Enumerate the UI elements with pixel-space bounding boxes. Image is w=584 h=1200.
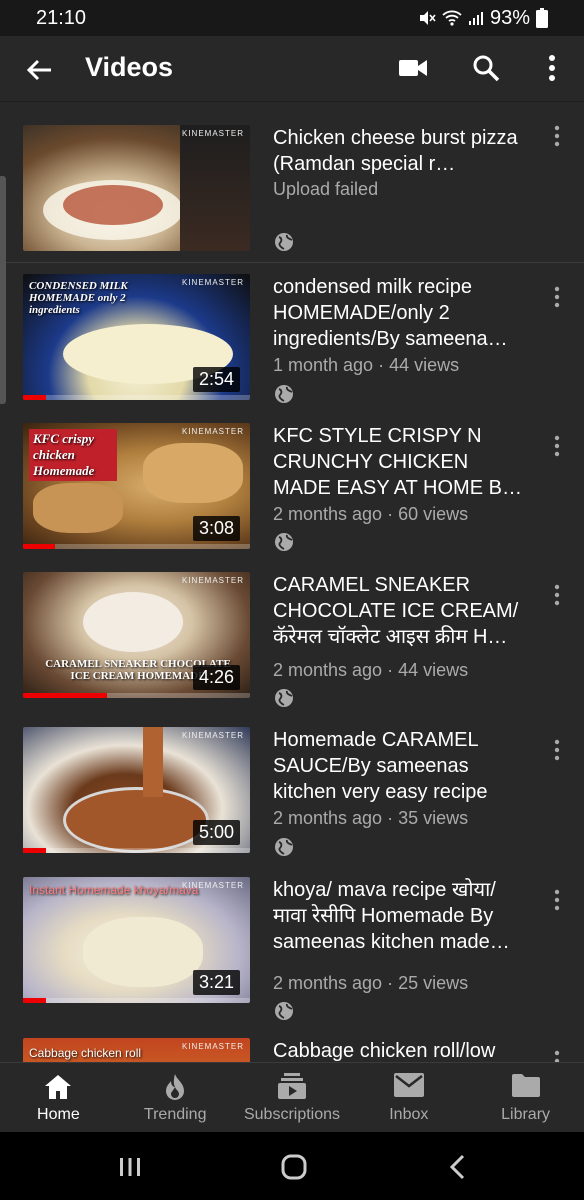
video-thumbnail[interactable]: Cabbage chicken roll KINEMASTER [23, 1038, 250, 1062]
public-globe-icon [275, 533, 293, 551]
watermark-text: KINEMASTER [181, 731, 244, 740]
progress-bar [23, 693, 107, 698]
progress-track [23, 395, 250, 400]
status-icons: 93% [418, 7, 548, 30]
nav-label-inbox: Inbox [389, 1106, 429, 1123]
video-thumbnail[interactable]: Instant Homemade khoya/mava KINEMASTER 3… [23, 877, 250, 1003]
thumbnail-overlay-text: CONDENSED MILK HOMEMADE only 2 ingredien… [29, 280, 128, 316]
back-arrow-icon[interactable] [24, 55, 54, 85]
video-thumbnail[interactable]: KINEMASTER [23, 125, 250, 251]
subscriptions-icon [277, 1073, 306, 1099]
progress-bar [23, 395, 46, 400]
watermark-text: KINEMASTER [181, 278, 244, 287]
nav-tab-library[interactable]: Library [467, 1063, 584, 1133]
video-title[interactable]: KFC STYLE CRISPY N CRUNCHY CHICKEN MADE … [273, 423, 531, 501]
video-thumbnail[interactable]: CONDENSED MILK HOMEMADE only 2 ingredien… [23, 274, 250, 400]
flame-icon [166, 1074, 185, 1100]
video-thumbnail[interactable]: KINEMASTER 5:00 [23, 727, 250, 853]
thumbnail-overlay-text: Instant Homemade khoya/mava [29, 883, 199, 897]
nav-tab-subscriptions[interactable]: Subscriptions [234, 1063, 351, 1133]
video-duration: 2:54 [192, 367, 240, 392]
battery-icon [536, 8, 548, 28]
public-globe-icon [275, 689, 293, 707]
video-thumbnail[interactable]: CARAMEL SNEAKER CHOCOLATE ICE CREAM HOME… [23, 572, 250, 698]
system-navigation-bar [0, 1132, 584, 1200]
video-duration: 4:26 [192, 665, 240, 690]
video-duration: 5:00 [192, 820, 240, 845]
progress-bar [23, 998, 46, 1003]
video-title[interactable]: Homemade CARAMEL SAUCE/By sameenas kitch… [273, 727, 531, 805]
watermark-text: KINEMASTER [181, 427, 244, 436]
home-icon [45, 1075, 72, 1099]
nav-label-subscriptions: Subscriptions [243, 1106, 341, 1123]
status-time: 21:10 [36, 6, 87, 29]
nav-tab-inbox[interactable]: Inbox [350, 1063, 467, 1133]
back-button-icon[interactable] [448, 1154, 466, 1180]
video-title[interactable]: condensed milk recipe HOMEMADE/only 2 in… [273, 274, 531, 352]
more-vert-icon[interactable] [540, 54, 564, 82]
nav-tab-home[interactable]: Home [0, 1063, 117, 1133]
video-meta: 2 months ago · 44 views [273, 660, 469, 680]
item-menu-icon[interactable] [550, 435, 564, 457]
video-thumbnail[interactable]: KFC crispy chicken Homemade KINEMASTER 3… [23, 423, 250, 549]
item-menu-icon[interactable] [550, 1050, 564, 1062]
nav-tab-trending[interactable]: Trending [117, 1063, 234, 1133]
progress-track [23, 998, 250, 1003]
progress-track [23, 848, 250, 853]
nav-label-trending: Trending [143, 1106, 207, 1123]
item-menu-icon[interactable] [550, 584, 564, 606]
status-bar: 21:10 93% [0, 0, 584, 36]
watermark-text: KINEMASTER [181, 1042, 244, 1051]
thumbnail-overlay-text: KFC crispy chicken Homemade [29, 429, 117, 481]
video-camera-icon[interactable] [399, 57, 427, 79]
home-button-icon[interactable] [281, 1154, 307, 1180]
nav-label-library: Library [501, 1106, 551, 1123]
search-icon[interactable] [472, 54, 500, 82]
page-title: Videos [85, 52, 174, 82]
video-duration: 3:08 [192, 516, 240, 541]
video-title[interactable]: CARAMEL SNEAKER CHOCOLATE ICE CREAM/ कॅर… [273, 572, 531, 650]
progress-bar [23, 544, 55, 549]
signal-icon [468, 12, 483, 25]
item-menu-icon[interactable] [550, 889, 564, 911]
item-menu-icon[interactable] [550, 125, 564, 147]
watermark-text: KINEMASTER [181, 881, 244, 890]
public-globe-icon [275, 385, 293, 403]
video-meta: Upload failed [273, 179, 379, 199]
video-meta: 1 month ago · 44 views [273, 355, 460, 375]
video-title[interactable]: Cabbage chicken roll/low [273, 1038, 531, 1062]
folder-icon [511, 1074, 540, 1097]
video-list: KINEMASTER Chicken cheese burst pizza (R… [0, 102, 584, 1062]
bottom-navigation: Home Trending Subscriptions Inbox Librar… [0, 1062, 584, 1133]
watermark-text: KINEMASTER [181, 576, 244, 585]
video-meta: 2 months ago · 25 views [273, 973, 469, 993]
recent-apps-icon[interactable] [118, 1156, 142, 1178]
app-bar: Videos [0, 36, 584, 102]
video-title[interactable]: Chicken cheese burst pizza (Ramdan speci… [273, 125, 531, 177]
progress-bar [23, 848, 46, 853]
watermark-text: KINEMASTER [181, 129, 244, 138]
wifi-icon [442, 10, 462, 26]
nav-label-home: Home [37, 1106, 80, 1123]
progress-track [23, 544, 250, 549]
item-menu-icon[interactable] [550, 286, 564, 308]
video-meta: 2 months ago · 60 views [273, 504, 469, 524]
public-globe-icon [275, 233, 293, 251]
item-menu-icon[interactable] [550, 739, 564, 761]
video-meta: 2 months ago · 35 views [273, 808, 469, 828]
battery-percent: 93% [489, 6, 530, 29]
thumbnail-overlay-text: Cabbage chicken roll [29, 1046, 142, 1060]
video-title[interactable]: khoya/ mava recipe खोया/ मावा रेसीपि Hom… [273, 877, 531, 955]
public-globe-icon [275, 838, 293, 856]
public-globe-icon [275, 1002, 293, 1020]
scroll-indicator[interactable] [0, 176, 6, 404]
mail-icon [393, 1073, 424, 1097]
video-duration: 3:21 [192, 970, 240, 995]
mute-icon [419, 11, 436, 25]
divider [0, 262, 584, 263]
